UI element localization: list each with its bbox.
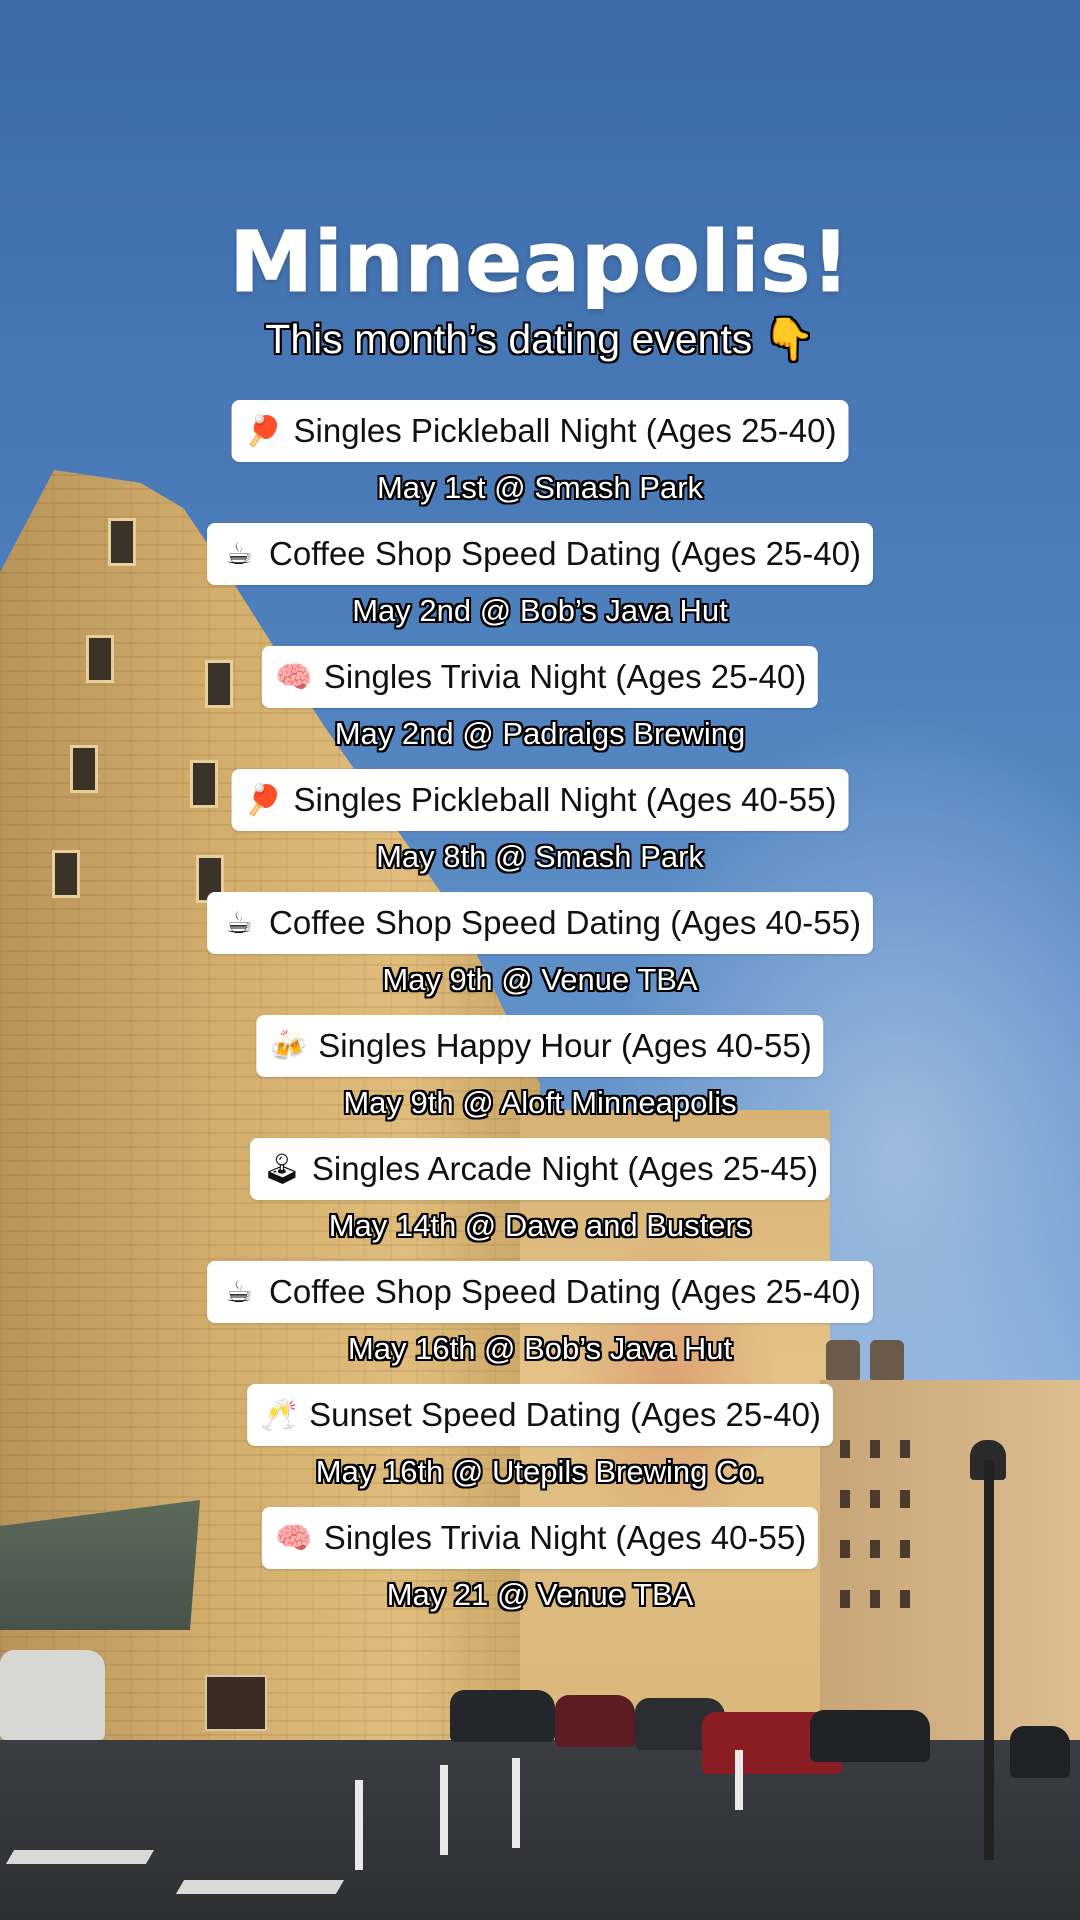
event-item: ☕ Coffee Shop Speed Dating (Ages 25-40) … [0,523,1080,646]
event-title-pill: 🧠 Singles Trivia Night (Ages 40-55) [261,1507,819,1569]
coffee-cup-icon: ☕ [225,1274,253,1310]
event-title-pill: 🍻 Singles Happy Hour (Ages 40-55) [256,1015,824,1077]
event-name: Singles Arcade Night (Ages 25-45) [311,1150,819,1187]
event-item: 🧠 Singles Trivia Night (Ages 40-55) May … [0,1507,1080,1630]
event-name: Coffee Shop Speed Dating (Ages 40-55) [269,904,861,941]
event-date-venue: May 2nd @ Bob’s Java Hut [352,593,728,628]
clinking-glasses-icon: 🥂 [260,1397,298,1433]
subtitle-text: This month’s dating events [265,316,753,362]
event-title-pill: 🏓 Singles Pickleball Night (Ages 40-55) [231,769,849,831]
event-title-pill: 🥂 Sunset Speed Dating (Ages 25-40) [247,1384,833,1446]
event-name: Singles Pickleball Night (Ages 40-55) [293,781,837,818]
event-date-venue: May 9th @ Venue TBA [382,962,698,997]
event-item: 🏓 Singles Pickleball Night (Ages 25-40) … [0,400,1080,523]
event-name: Sunset Speed Dating (Ages 25-40) [309,1396,821,1433]
event-item: 🥂 Sunset Speed Dating (Ages 25-40) May 1… [0,1384,1080,1507]
event-item: 🍻 Singles Happy Hour (Ages 40-55) May 9t… [0,1015,1080,1138]
event-title-pill: 🏓 Singles Pickleball Night (Ages 25-40) [231,400,849,462]
clinking-beer-mugs-icon: 🍻 [269,1028,307,1064]
event-date-venue: May 2nd @ Padraigs Brewing [334,716,746,751]
event-title-pill: ☕ Coffee Shop Speed Dating (Ages 25-40) [207,1261,873,1323]
event-name: Singles Trivia Night (Ages 25-40) [323,658,807,695]
story-overlay: Minneapolis! This month’s dating events … [0,0,1080,1920]
event-title-pill: ☕ Coffee Shop Speed Dating (Ages 25-40) [207,523,873,585]
event-date-venue: May 16th @ Utepils Brewing Co. [315,1454,765,1489]
event-item: 🏓 Singles Pickleball Night (Ages 40-55) … [0,769,1080,892]
ping-pong-paddle-icon: 🏓 [244,413,283,449]
event-date-venue: May 8th @ Smash Park [376,839,704,874]
event-date-venue: May 9th @ Aloft Minneapolis [343,1085,737,1120]
event-item: 🧠 Singles Trivia Night (Ages 25-40) May … [0,646,1080,769]
city-title: Minneapolis! [229,213,851,312]
event-item: 🕹 Singles Arcade Night (Ages 25-45) May … [0,1138,1080,1261]
event-date-venue: May 21 @ Venue TBA [386,1577,694,1612]
event-name: Coffee Shop Speed Dating (Ages 25-40) [269,535,861,572]
brain-icon: 🧠 [275,1520,313,1556]
event-title-pill: 🕹 Singles Arcade Night (Ages 25-45) [249,1138,831,1200]
hand-pointing-down-icon: 👇 [763,316,815,362]
event-item: ☕ Coffee Shop Speed Dating (Ages 25-40) … [0,1261,1080,1384]
event-date-venue: May 1st @ Smash Park [376,470,704,505]
event-list: 🏓 Singles Pickleball Night (Ages 25-40) … [0,400,1080,1630]
event-item: ☕ Coffee Shop Speed Dating (Ages 40-55) … [0,892,1080,1015]
ping-pong-paddle-icon: 🏓 [244,782,283,818]
event-date-venue: May 14th @ Dave and Busters [328,1208,752,1243]
event-name: Singles Trivia Night (Ages 40-55) [323,1519,807,1556]
coffee-cup-icon: ☕ [225,905,253,941]
brain-icon: 🧠 [275,659,313,695]
event-title-pill: ☕ Coffee Shop Speed Dating (Ages 40-55) [207,892,873,954]
coffee-cup-icon: ☕ [225,536,253,572]
event-name: Coffee Shop Speed Dating (Ages 25-40) [269,1273,861,1310]
event-date-venue: May 16th @ Bob’s Java Hut [347,1331,733,1366]
event-name: Singles Pickleball Night (Ages 25-40) [293,412,837,449]
event-title-pill: 🧠 Singles Trivia Night (Ages 25-40) [261,646,819,708]
event-name: Singles Happy Hour (Ages 40-55) [318,1027,812,1064]
subtitle: This month’s dating events 👇 [0,316,1080,364]
joystick-icon: 🕹 [262,1151,301,1187]
